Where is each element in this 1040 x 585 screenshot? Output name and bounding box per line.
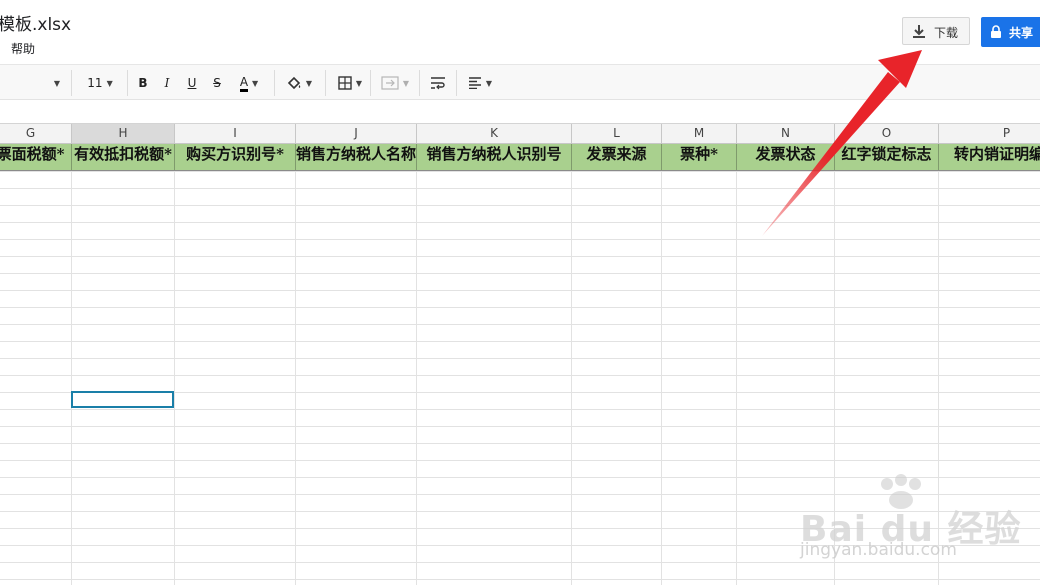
merge-cells-icon bbox=[381, 76, 399, 90]
column-header-k[interactable]: K bbox=[417, 124, 572, 143]
file-title: 模板.xlsx bbox=[0, 15, 72, 35]
borders-icon bbox=[338, 76, 352, 90]
header-cell[interactable]: 票面税额* bbox=[0, 144, 72, 170]
header-cell[interactable]: 发票来源 bbox=[572, 144, 662, 170]
download-label: 下载 bbox=[934, 26, 959, 40]
toolbar-divider bbox=[419, 70, 420, 96]
column-header-p[interactable]: P bbox=[939, 124, 1040, 143]
header-cell[interactable]: 票种* bbox=[662, 144, 737, 170]
column-header-g[interactable]: G bbox=[0, 124, 72, 143]
toolbar-divider bbox=[274, 70, 275, 96]
watermark-url: jingyan.baidu.com bbox=[800, 540, 957, 560]
column-header-row: G H I J K L M N O P bbox=[0, 124, 1040, 144]
header-cell[interactable]: 销售方纳税人名称 bbox=[296, 144, 417, 170]
underline-button[interactable]: U bbox=[184, 73, 200, 93]
sheet-header-row: 票面税额* 有效抵扣税额* 购买方识别号* 销售方纳税人名称 销售方纳税人识别号… bbox=[0, 144, 1040, 171]
toolbar-divider bbox=[325, 70, 326, 96]
column-header-i[interactable]: I bbox=[175, 124, 296, 143]
header-cell[interactable]: 有效抵扣税额* bbox=[72, 144, 175, 170]
header-cell[interactable]: 转内销证明编号 bbox=[939, 144, 1040, 170]
column-header-l[interactable]: L bbox=[572, 124, 662, 143]
italic-button[interactable]: I bbox=[159, 73, 175, 93]
grid-column-line bbox=[416, 171, 417, 585]
column-header-o[interactable]: O bbox=[835, 124, 939, 143]
download-icon bbox=[913, 25, 925, 38]
font-size-value: 11 bbox=[87, 76, 103, 90]
merge-cells-button[interactable]: ▼ bbox=[377, 73, 413, 93]
wrap-text-icon bbox=[431, 77, 445, 90]
formatting-toolbar: ▼ 11 ▼ B I U S A ▼ ▼ ▼ ▼ ▼ bbox=[0, 64, 1040, 100]
share-label: 共享 bbox=[1009, 26, 1034, 40]
font-size-dropdown[interactable]: 11 ▼ bbox=[80, 73, 120, 93]
grid-column-line bbox=[661, 171, 662, 585]
toolbar-divider bbox=[71, 70, 72, 96]
paint-bucket-icon bbox=[287, 76, 301, 90]
formula-bar[interactable] bbox=[0, 100, 1040, 124]
column-header-h[interactable]: H bbox=[72, 124, 175, 143]
font-family-dropdown[interactable]: ▼ bbox=[48, 73, 62, 93]
selected-cell[interactable] bbox=[71, 391, 174, 408]
toolbar-divider bbox=[456, 70, 457, 96]
column-header-m[interactable]: M bbox=[662, 124, 737, 143]
header-cell[interactable]: 发票状态 bbox=[737, 144, 835, 170]
column-header-n[interactable]: N bbox=[737, 124, 835, 143]
lock-icon bbox=[991, 25, 1001, 38]
download-button[interactable]: 下载 bbox=[902, 17, 970, 45]
grid-column-line bbox=[71, 171, 72, 585]
fill-color-button[interactable]: ▼ bbox=[283, 73, 315, 93]
align-left-icon bbox=[468, 77, 481, 89]
header-cell[interactable]: 销售方纳税人识别号 bbox=[417, 144, 572, 170]
text-color-button[interactable]: A ▼ bbox=[232, 73, 266, 93]
grid-column-line bbox=[295, 171, 296, 585]
text-color-icon: A bbox=[239, 75, 249, 92]
header-cell[interactable]: 购买方识别号* bbox=[175, 144, 296, 170]
share-button[interactable]: 共享 bbox=[981, 17, 1040, 47]
bold-button[interactable]: B bbox=[135, 73, 151, 93]
borders-button[interactable]: ▼ bbox=[334, 73, 366, 93]
wrap-text-button[interactable] bbox=[428, 73, 448, 93]
header-cell[interactable]: 红字锁定标志 bbox=[835, 144, 939, 170]
grid-column-line bbox=[736, 171, 737, 585]
toolbar-divider bbox=[127, 70, 128, 96]
strikethrough-button[interactable]: S bbox=[209, 73, 225, 93]
grid-column-line bbox=[174, 171, 175, 585]
grid-column-line bbox=[571, 171, 572, 585]
horizontal-align-button[interactable]: ▼ bbox=[464, 73, 496, 93]
toolbar-divider bbox=[370, 70, 371, 96]
menu-item-help[interactable]: 帮助 bbox=[11, 40, 35, 57]
column-header-j[interactable]: J bbox=[296, 124, 417, 143]
title-bar: 模板.xlsx 帮助 下载 共享 bbox=[0, 0, 1040, 64]
